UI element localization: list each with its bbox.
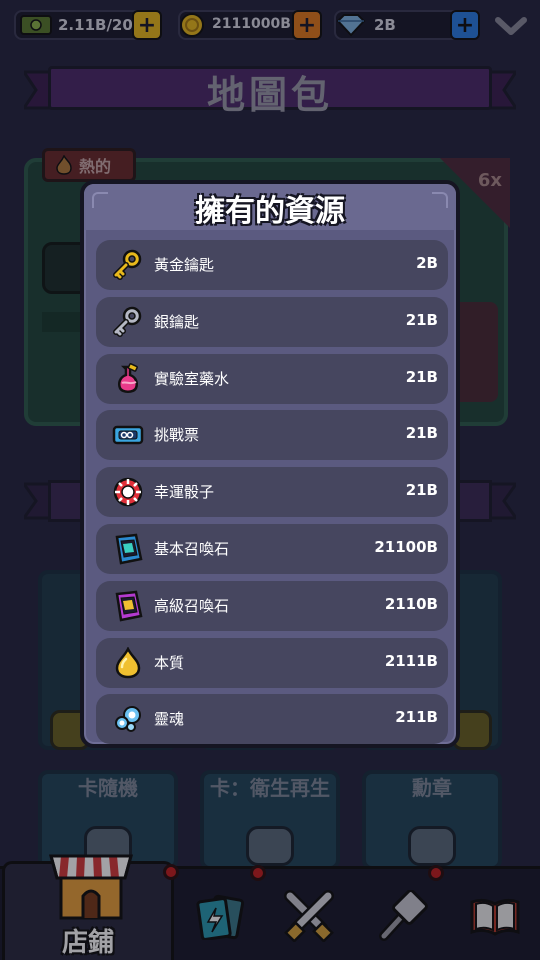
gems-amount: 2B [374,16,396,34]
shop-icon [49,854,133,920]
book-icon [470,898,520,936]
medal-label: 勳章 [412,776,452,800]
essence-drop-icon [115,646,141,678]
coin-icon [180,13,204,37]
coins-pill[interactable]: 2111000B + [178,10,322,40]
resource-row-lucky-dice: 幸運骰子 21B [96,467,448,518]
tab-battle[interactable] [264,869,354,960]
resource-amount: 211B [395,708,438,727]
cards-icon [196,894,245,940]
resource-name: 靈魂 [154,710,185,729]
upgrade-notification-badge [428,865,444,881]
shop-label: 店鋪 [61,928,114,958]
tab-book[interactable] [452,869,538,960]
resource-row-essence: 本質 2111B [96,637,448,688]
silver-key-icon [113,306,142,337]
page-title: 地圖包 [206,73,333,117]
chevron-down-icon[interactable] [494,12,528,40]
resource-amount: 2B [416,254,438,272]
cash-pill[interactable]: 2.11B/20 + [14,10,162,40]
resource-name: 實驗室藥水 [154,369,230,388]
card-random-label: 卡隨機 [78,776,138,800]
modal-header: 擁有的資源 [84,184,456,230]
add-gems-button[interactable]: + [450,10,480,40]
basic-summon-stone-icon [115,533,143,565]
resource-name: 銀鑰匙 [154,312,200,331]
ticket-icon [112,426,144,445]
resource-name: 本質 [154,653,185,672]
advanced-summon-stone-icon [115,590,143,622]
resource-row-silver-key: 銀鑰匙 21B [96,296,448,347]
resource-amount: 21B [405,310,438,329]
tab-shop[interactable]: 店鋪 [2,854,179,960]
hammer-icon [379,890,428,941]
flame-icon [56,155,72,175]
resource-name: 基本召喚石 [154,539,230,558]
value-ribbon-text: 6x [477,170,502,191]
resource-amount: 21B [405,424,438,443]
tab-cards[interactable] [178,865,266,960]
resource-row-advanced-summon-stone: 高級召喚石 2110B [96,580,448,631]
crossed-swords-icon [284,890,334,942]
potion-icon [118,362,138,393]
modal-title: 擁有的資源 [195,194,345,229]
resource-amount: 2111B [384,651,438,670]
plus-icon: + [455,12,475,38]
resource-amount: 2110B [384,594,438,613]
tab-upgrade[interactable] [354,865,448,960]
resource-row-challenge-ticket: 挑戰票 21B [96,410,448,461]
screen: 2.11B/20 + 2111000B + 2B + 地圖包 熱的 6x 卡隨機… [0,0,540,960]
diamond-icon [336,14,366,37]
lucky-dice-icon [113,477,143,507]
medal-icon [408,826,456,866]
resource-amount: 21100B [374,537,438,556]
resource-row-gold-key: 黃金鑰匙 2B [96,240,448,290]
bottom-nav: 店鋪 [0,854,540,960]
hot-tag-label: 熱的 [79,157,112,176]
add-cash-button[interactable]: + [132,10,162,40]
gems-pill[interactable]: 2B + [334,10,480,40]
shop-notification-badge [163,864,179,880]
plus-icon: + [297,12,317,38]
hot-tag: 熱的 [42,148,136,182]
resource-row-soul: 靈魂 211B [96,694,448,745]
plus-icon: + [137,12,157,38]
resource-name: 黃金鑰匙 [154,256,215,274]
gold-key-icon [113,249,142,280]
resource-amount: 21B [405,367,438,386]
resource-list: 黃金鑰匙 2B 銀鑰匙 21B 實驗室藥水 21B 挑戰票 21B 幸運骰子 2… [96,240,448,751]
resource-name: 幸運骰子 [154,483,215,502]
resource-name: 挑戰票 [154,426,200,445]
cash-amount: 2.11B/20 [58,16,133,34]
owned-resources-modal: 擁有的資源 黃金鑰匙 2B 銀鑰匙 21B 實驗室藥水 21B 挑戰票 21B … [80,180,460,748]
cash-icon [20,15,52,35]
page-title-banner: 地圖包 [24,62,516,117]
card-regen-icon [246,826,294,866]
card-regen-label: 卡：衛生再生 [210,776,330,800]
top-resource-bar: 2.11B/20 + 2111000B + 2B + [0,0,540,50]
resource-name: 高級召喚石 [154,596,230,615]
resource-amount: 21B [405,481,438,500]
resource-row-lab-potion: 實驗室藥水 21B [96,353,448,404]
add-coins-button[interactable]: + [292,10,322,40]
coins-amount: 2111000B [212,16,291,32]
soul-icon [115,706,141,733]
resource-row-basic-summon-stone: 基本召喚石 21100B [96,523,448,574]
